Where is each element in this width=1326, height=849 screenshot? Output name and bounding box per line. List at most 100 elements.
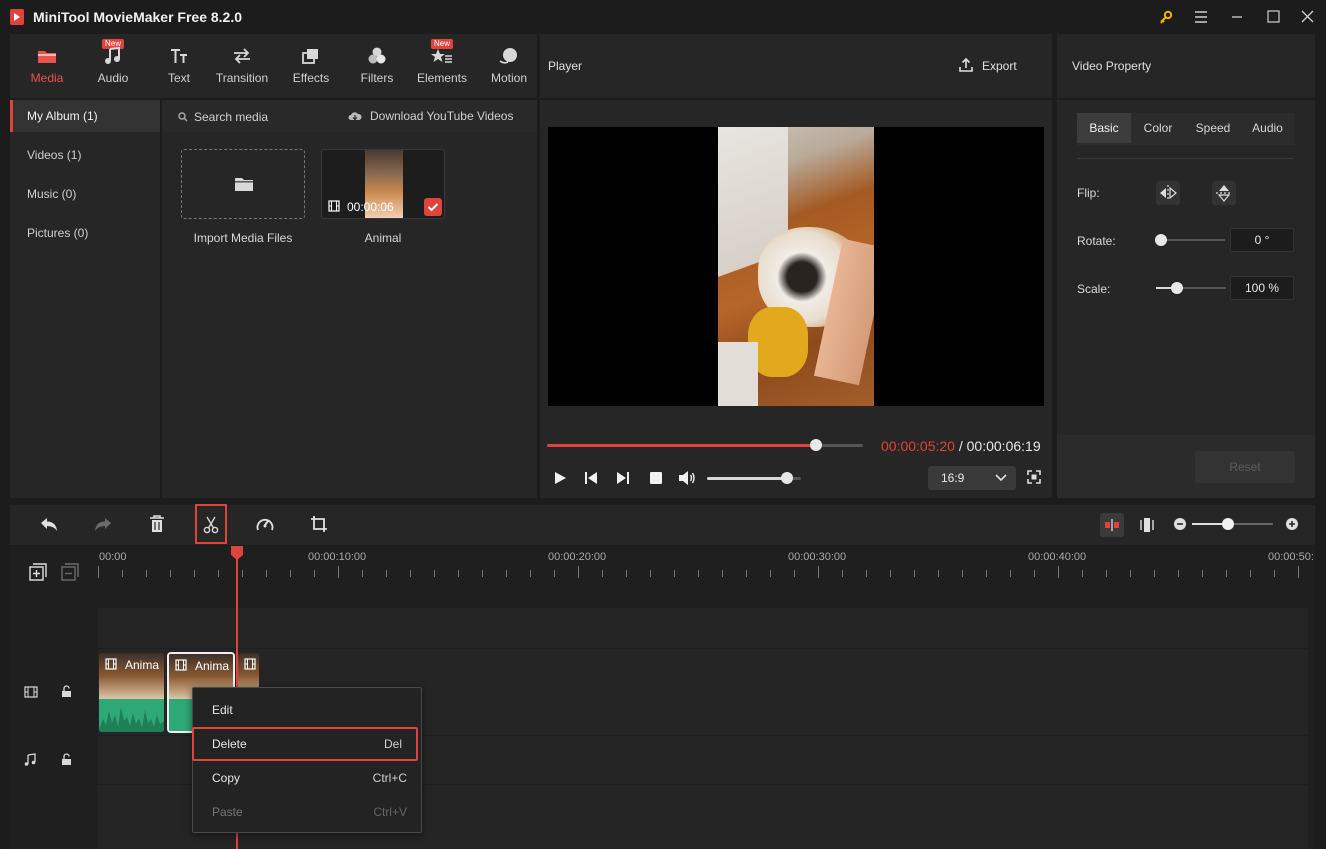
window-title: MiniTool MovieMaker Free 8.2.0 xyxy=(33,9,243,25)
key-icon[interactable] xyxy=(1155,6,1177,28)
tab-speed[interactable]: Speed xyxy=(1185,113,1241,143)
video-frame xyxy=(718,127,874,406)
chevron-down-icon xyxy=(995,474,1007,482)
tab-audio[interactable]: New Audio xyxy=(94,34,132,98)
menu-item-paste[interactable]: Paste Ctrl+V xyxy=(193,795,421,829)
ruler-tick xyxy=(146,570,147,577)
stop-icon[interactable] xyxy=(649,471,663,485)
menu-item-delete[interactable]: Delete Del xyxy=(192,727,418,761)
fullscreen-icon[interactable] xyxy=(1027,470,1041,484)
ruler-tick xyxy=(338,566,339,578)
import-media-tile[interactable] xyxy=(181,149,305,219)
tab-elements[interactable]: New Elements xyxy=(414,34,470,98)
playback-progress[interactable] xyxy=(547,439,863,451)
flip-vertical-button[interactable] xyxy=(1212,181,1236,205)
video-track-icon xyxy=(24,686,38,698)
tab-filters[interactable]: Filters xyxy=(358,34,396,98)
ruler-tick xyxy=(698,570,699,577)
unlock-icon[interactable] xyxy=(61,685,72,698)
ruler-tick xyxy=(1034,570,1035,577)
previous-frame-icon[interactable] xyxy=(584,471,598,485)
timeline-clip[interactable]: Anima xyxy=(99,653,164,732)
video-viewport xyxy=(548,127,1044,406)
sidebar-item-my-album[interactable]: My Album (1) xyxy=(10,100,160,132)
download-cloud-icon xyxy=(348,112,362,121)
ruler-tick xyxy=(1154,570,1155,577)
download-youtube-button[interactable]: Download YouTube Videos xyxy=(348,108,523,124)
music-note-icon xyxy=(102,46,124,66)
rotate-slider-knob[interactable] xyxy=(1155,234,1167,246)
ruler-tick xyxy=(1082,570,1083,577)
transition-arrows-icon xyxy=(231,46,253,66)
ruler-tick xyxy=(914,570,915,577)
search-media-button[interactable]: Search media xyxy=(178,109,298,125)
crop-icon[interactable] xyxy=(310,515,328,533)
sidebar-item-videos[interactable]: Videos (1) xyxy=(10,139,160,171)
ruler-tick xyxy=(266,570,267,577)
tab-motion[interactable]: Motion xyxy=(488,34,530,98)
zoom-slider-knob[interactable] xyxy=(1222,518,1235,530)
flip-vertical-icon xyxy=(1216,185,1232,202)
snap-toggle-button[interactable] xyxy=(1100,513,1124,537)
flip-horizontal-button[interactable] xyxy=(1156,181,1180,205)
reset-button[interactable]: Reset xyxy=(1195,451,1295,483)
tab-transition[interactable]: Transition xyxy=(213,34,271,98)
ruler-tick xyxy=(98,566,99,578)
ruler-tick xyxy=(314,570,315,577)
ruler-tick xyxy=(362,570,363,577)
next-frame-icon[interactable] xyxy=(616,471,630,485)
scale-value-input[interactable]: 100 % xyxy=(1230,276,1294,300)
shortcut-delete: Del xyxy=(383,737,402,751)
flip-horizontal-icon xyxy=(1160,185,1177,201)
fit-timeline-icon[interactable] xyxy=(1137,515,1157,535)
close-icon[interactable] xyxy=(1296,6,1318,28)
play-icon[interactable] xyxy=(553,471,567,485)
sidebar-item-music[interactable]: Music (0) xyxy=(10,178,160,210)
menu-icon[interactable] xyxy=(1190,6,1212,28)
tab-basic[interactable]: Basic xyxy=(1077,113,1131,143)
media-clip-thumbnail[interactable]: 00:00:06 xyxy=(321,149,445,219)
clip-name: Animal xyxy=(364,231,402,245)
volume-slider-knob[interactable] xyxy=(780,472,793,484)
export-button[interactable]: Export xyxy=(958,56,1028,76)
ruler-tick xyxy=(746,570,747,577)
clip-selected-checkbox[interactable] xyxy=(424,198,442,216)
scale-slider-knob[interactable] xyxy=(1171,282,1183,294)
tab-color[interactable]: Color xyxy=(1131,113,1185,143)
scale-slider[interactable] xyxy=(1156,282,1226,294)
playback-progress-knob[interactable] xyxy=(809,439,822,451)
sidebar-item-pictures[interactable]: Pictures (0) xyxy=(10,217,160,249)
add-track-icon[interactable] xyxy=(29,563,47,581)
timeline-ruler: 00:00 00:00:10:00 00:00:20:00 00:00:30:0… xyxy=(98,546,1314,578)
tab-audio-property[interactable]: Audio xyxy=(1241,113,1294,143)
zoom-in-icon[interactable] xyxy=(1285,517,1299,531)
minimize-icon[interactable] xyxy=(1226,6,1248,28)
menu-item-copy[interactable]: Copy Ctrl+C xyxy=(193,761,421,795)
split-button[interactable] xyxy=(195,504,227,544)
ruler-tick xyxy=(938,570,939,577)
ruler-tick xyxy=(794,570,795,577)
motion-icon xyxy=(498,46,520,66)
magnet-snap-icon xyxy=(1105,519,1119,531)
volume-slider[interactable] xyxy=(707,472,801,484)
menu-item-edit[interactable]: Edit xyxy=(193,693,421,727)
rotate-value-input[interactable]: 0 ° xyxy=(1230,228,1294,252)
tab-effects[interactable]: Effects xyxy=(290,34,332,98)
maximize-icon[interactable] xyxy=(1262,6,1284,28)
unlock-icon[interactable] xyxy=(61,753,72,766)
film-icon xyxy=(244,658,256,670)
aspect-ratio-select[interactable]: 16:9 xyxy=(928,466,1016,490)
redo-icon[interactable] xyxy=(93,516,113,534)
rotate-slider[interactable] xyxy=(1155,234,1225,246)
volume-slider-fill xyxy=(707,477,787,480)
text-icon xyxy=(168,46,190,66)
tab-text[interactable]: Text xyxy=(160,34,198,98)
speed-icon[interactable] xyxy=(255,515,275,535)
undo-icon[interactable] xyxy=(39,516,59,534)
tab-media[interactable]: Media xyxy=(28,34,66,98)
volume-icon[interactable] xyxy=(678,470,696,486)
zoom-out-icon[interactable] xyxy=(1173,517,1187,531)
remove-track-icon[interactable] xyxy=(61,563,79,581)
zoom-slider[interactable] xyxy=(1192,518,1273,530)
delete-icon[interactable] xyxy=(149,515,165,533)
